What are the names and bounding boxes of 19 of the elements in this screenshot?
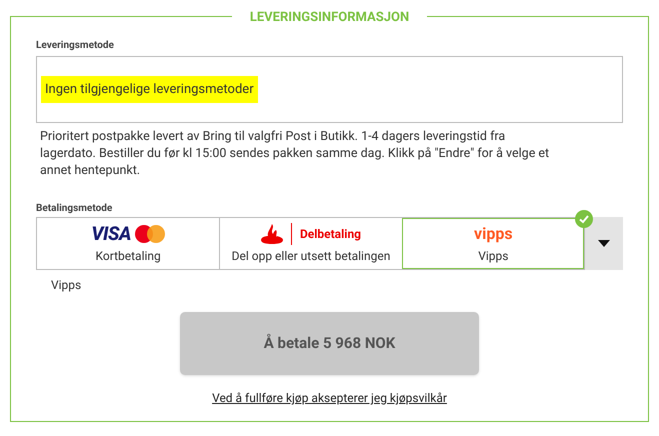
flame-icon — [260, 224, 283, 244]
payment-option[interactable]: vipps Vipps — [402, 218, 584, 269]
delivery-value: Ingen tilgjengelige leveringsmetoder — [41, 76, 258, 104]
delivery-field[interactable]: Ingen tilgjengelige leveringsmetoder — [36, 56, 623, 123]
chosen-method: Vipps — [51, 277, 82, 294]
field-label: Leveringsmetode — [36, 39, 115, 53]
payment-option[interactable]: VISA Kortbetaling — [37, 218, 220, 269]
field-label: Betalingsmetode — [36, 202, 114, 216]
card-circles-icon — [134, 224, 165, 242]
logo-text: vipps — [474, 226, 513, 242]
payment-option[interactable]: Delbetaling Del opp eller utsett betalingen — [219, 218, 402, 269]
dropdown-button[interactable] — [585, 217, 623, 270]
card-logo-text: VISA — [91, 224, 131, 243]
delivery-description: Prioritert postpakke levert av Bring til valgfri Post i Butikk. 1-4 dagers leveringstid fra lagerdato. Bestiller du før kl 15:00 sendes pakken samme dag. Klikk på "Endre" for å velge et annet hentepunkt. — [39, 128, 550, 179]
terms-link[interactable]: Ved å fullføre kjøp aksepterer jeg kjøpsvilkår — [212, 389, 447, 407]
caret-icon — [598, 240, 610, 247]
logo-text: Delbetaling — [300, 226, 362, 242]
check-badge-icon — [574, 210, 593, 228]
section-title: LEVERINGSINFORMASJON — [250, 10, 410, 25]
